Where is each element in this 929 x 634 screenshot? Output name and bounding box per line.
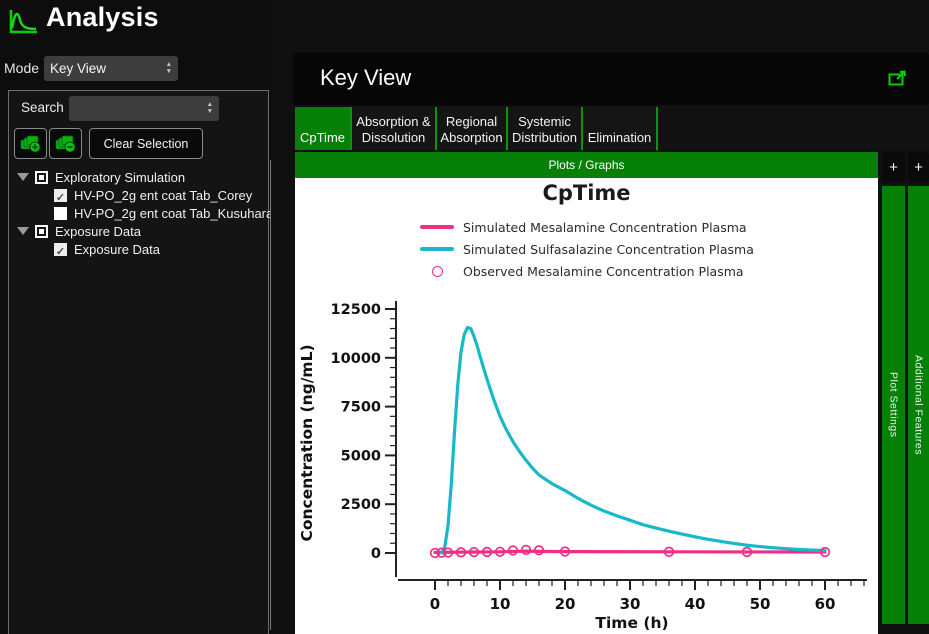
svg-text:20: 20 <box>555 595 576 613</box>
item-checkbox[interactable] <box>54 243 67 256</box>
legend-line-swatch <box>420 225 454 229</box>
svg-text:2500: 2500 <box>341 497 381 513</box>
svg-text:Time (h): Time (h) <box>595 614 668 632</box>
tree-item-kusuhara[interactable]: HV-PO_2g ent coat Tab_Kusuhara <box>9 204 259 222</box>
svg-text:5000: 5000 <box>341 448 381 464</box>
legend-circle-swatch <box>432 266 443 277</box>
open-external-icon[interactable] <box>888 70 907 87</box>
legend-line-swatch <box>420 247 454 251</box>
tree-group-label: Exploratory Simulation <box>55 170 185 185</box>
key-view-title: Key View <box>320 65 411 91</box>
concentration-time-chart: 0 2500 5000 7500 10000 12500 0 10 20 30 40 50 60 Conc… <box>295 285 878 634</box>
legend-item: Simulated Mesalamine Concentration Plasm… <box>420 216 754 238</box>
tree-group-label: Exposure Data <box>55 224 141 239</box>
search-input[interactable] <box>69 96 219 121</box>
remove-selection-button[interactable] <box>49 128 82 159</box>
tree-group-exploratory-simulation[interactable]: Exploratory Simulation <box>9 168 259 186</box>
additional-features-bar[interactable]: Additional Features <box>908 186 929 624</box>
svg-text:30: 30 <box>620 595 641 613</box>
svg-text:60: 60 <box>815 595 836 613</box>
legend-item: Simulated Sulfasalazine Concentration Pl… <box>420 238 754 260</box>
view-tabs: CpTime Absorption & Dissolution Regional… <box>295 107 929 150</box>
plots-graphs-label: Plots / Graphs <box>548 158 624 172</box>
pk-curve-icon <box>7 7 40 36</box>
plot-settings-expand-button[interactable]: + <box>882 152 905 182</box>
layers-remove-icon <box>55 135 77 153</box>
plots-graphs-bar: Plots / Graphs <box>295 152 878 178</box>
svg-text:40: 40 <box>685 595 706 613</box>
tab-cptime[interactable]: CpTime <box>295 107 350 150</box>
svg-text:50: 50 <box>750 595 771 613</box>
simulation-tree: Exploratory Simulation HV-PO_2g ent coat… <box>9 168 259 258</box>
group-checkbox[interactable] <box>35 225 48 238</box>
svg-text:12500: 12500 <box>331 302 381 318</box>
svg-text:0: 0 <box>371 546 381 562</box>
collapse-triangle-icon[interactable] <box>17 227 29 235</box>
tree-item-label: Exposure Data <box>74 242 160 257</box>
add-selection-button[interactable] <box>14 128 47 159</box>
tree-item-corey[interactable]: HV-PO_2g ent coat Tab_Corey <box>9 186 259 204</box>
tree-item-label: HV-PO_2g ent coat Tab_Corey <box>74 188 252 203</box>
tab-systemic-distribution[interactable]: Systemic Distribution <box>508 107 581 150</box>
mode-select-value: Key View <box>50 61 106 76</box>
svg-text:10: 10 <box>490 595 511 613</box>
additional-features-label: Additional Features <box>913 355 925 455</box>
additional-features-expand-button[interactable]: + <box>908 152 929 182</box>
search-label: Search <box>21 100 64 115</box>
layers-add-icon <box>20 135 42 153</box>
svg-text:Concentration (ng/mL): Concentration (ng/mL) <box>298 344 316 541</box>
spinner-arrows-icon <box>207 102 213 116</box>
clear-selection-button[interactable]: Clear Selection <box>89 128 203 159</box>
legend-label: Observed Mesalamine Concentration Plasma <box>463 264 744 279</box>
chart-title: CpTime <box>295 181 878 205</box>
analysis-window: Analysis Mode Key View Search <box>0 0 929 634</box>
tab-elimination[interactable]: Elimination <box>583 107 656 150</box>
item-checkbox[interactable] <box>54 189 67 202</box>
spinner-arrows-icon <box>166 62 172 76</box>
collapse-triangle-icon[interactable] <box>17 173 29 181</box>
clear-selection-label: Clear Selection <box>104 137 189 151</box>
tree-group-exposure-data[interactable]: Exposure Data <box>9 222 259 240</box>
plot-canvas: CpTime Simulated Mesalamine Concentratio… <box>295 178 878 634</box>
plot-settings-bar[interactable]: Plot Settings <box>882 186 905 624</box>
svg-text:0: 0 <box>430 595 440 613</box>
mode-select[interactable]: Key View <box>44 56 178 81</box>
plot-settings-label: Plot Settings <box>888 372 900 437</box>
svg-text:10000: 10000 <box>331 351 381 367</box>
svg-text:7500: 7500 <box>341 400 381 416</box>
tree-item-label: HV-PO_2g ent coat Tab_Kusuhara <box>74 206 273 221</box>
key-view-header: Key View <box>293 53 929 105</box>
legend-label: Simulated Mesalamine Concentration Plasm… <box>463 220 747 235</box>
tab-absorption-dissolution[interactable]: Absorption & Dissolution <box>352 107 435 150</box>
legend-label: Simulated Sulfasalazine Concentration Pl… <box>463 242 754 257</box>
mode-label: Mode <box>4 60 39 76</box>
tab-separator <box>656 107 658 150</box>
selection-panel: Search Clear Selection <box>8 90 269 634</box>
legend-item: Observed Mesalamine Concentration Plasma <box>420 260 754 282</box>
tab-regional-absorption[interactable]: Regional Absorption <box>437 107 506 150</box>
group-checkbox[interactable] <box>35 171 48 184</box>
item-checkbox[interactable] <box>54 207 67 220</box>
chart-legend: Simulated Mesalamine Concentration Plasm… <box>420 216 754 282</box>
tree-item-exposure-data[interactable]: Exposure Data <box>9 240 259 258</box>
app-title: Analysis <box>46 2 159 33</box>
